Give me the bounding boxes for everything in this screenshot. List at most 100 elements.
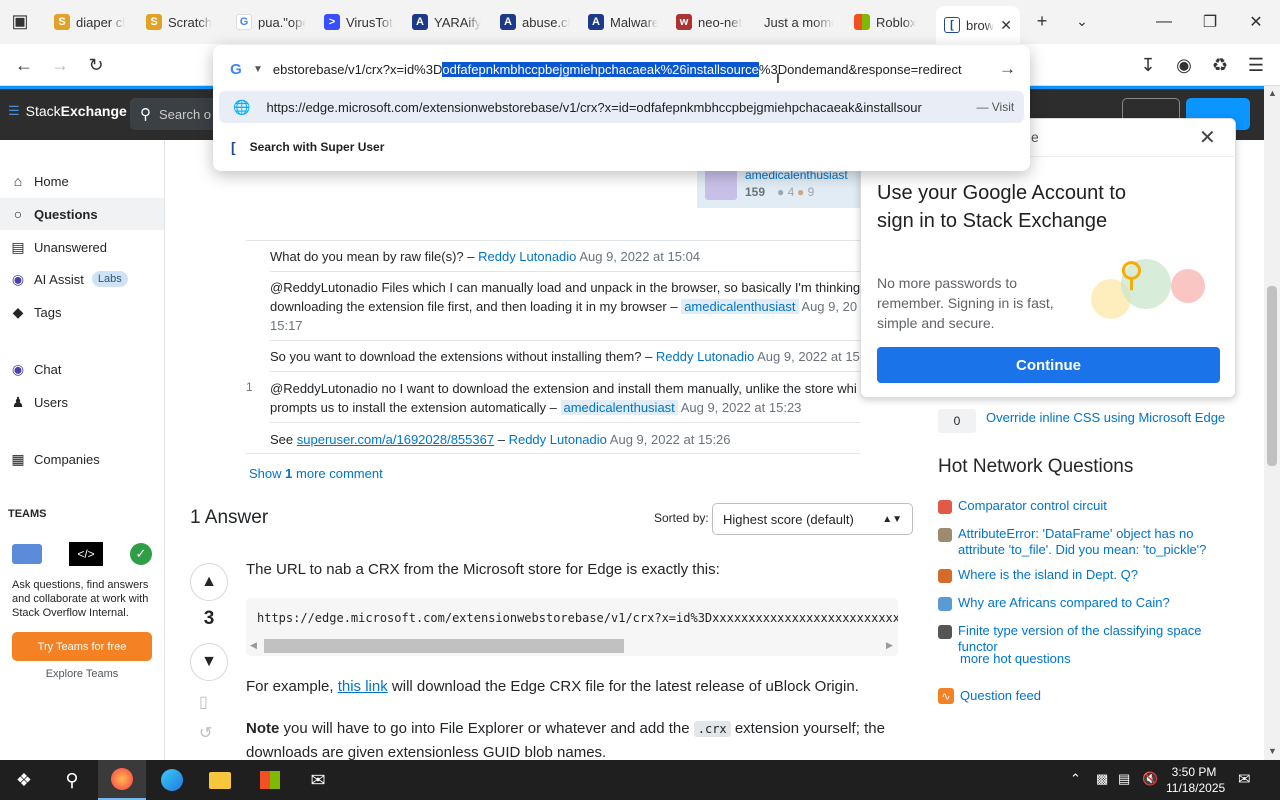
start-icon[interactable]: ❖ bbox=[0, 760, 48, 800]
upvote-button[interactable]: ▲ bbox=[190, 563, 228, 601]
bookmark-icon[interactable]: ▯ bbox=[199, 692, 208, 712]
tab-2[interactable]: S Scratch bbox=[138, 6, 226, 38]
tray-app-icon[interactable]: ▩ bbox=[1096, 771, 1108, 787]
search-with-row[interactable]: [ Search with Super User bbox=[219, 131, 1024, 163]
volume-muted-icon[interactable]: 🔇 bbox=[1142, 771, 1158, 787]
page-scrollbar-thumb[interactable] bbox=[1267, 286, 1277, 466]
left-nav: ⌂ Home ○ Questions ▤ Unanswered ◉ AI Assist L… bbox=[0, 140, 165, 760]
history-icon[interactable]: ↺ bbox=[199, 723, 212, 743]
tab-4[interactable]: >VirusTota bbox=[316, 6, 402, 38]
account-icon[interactable]: ◉ bbox=[1170, 52, 1198, 78]
nav-questions[interactable]: ○ Questions bbox=[0, 198, 164, 230]
back-icon[interactable]: ← bbox=[10, 52, 38, 78]
scroll-down-icon[interactable]: ▼ bbox=[1268, 746, 1277, 756]
user-avatar[interactable] bbox=[705, 168, 737, 200]
hnq-item[interactable]: AttributeError: 'DataFrame' object has n… bbox=[938, 526, 1228, 558]
code-text: https://edge.microsoft.com/extensionwebs… bbox=[257, 611, 898, 625]
tab-1[interactable]: Sdiaper cl bbox=[46, 6, 136, 38]
superuser-icon: [ bbox=[231, 139, 236, 155]
taskbar: ❖ ⚲ ✉ ⌃ ▩ ▤ 🔇 3:50 PM 11/18/2025 ✉ bbox=[0, 760, 1280, 800]
tab-5[interactable]: A YARAify bbox=[404, 6, 490, 38]
tab-6[interactable]: Aabuse.ch bbox=[492, 6, 578, 38]
downloads-icon[interactable]: ↧ bbox=[1134, 52, 1162, 78]
url-input[interactable]: ebstorebase/v1/crx?x=id%3Dodfafepnkmbhcc… bbox=[273, 61, 993, 77]
store-icon[interactable] bbox=[246, 760, 294, 800]
silver-badges: ● 4 bbox=[777, 185, 795, 199]
search-icon[interactable]: ⚲ bbox=[48, 760, 96, 800]
nav-users[interactable]: ♟ Users bbox=[0, 386, 164, 418]
teams-header: TEAMS bbox=[8, 508, 47, 520]
explore-teams-link[interactable]: Explore Teams bbox=[12, 668, 152, 680]
code-scrollbar-thumb[interactable] bbox=[264, 639, 624, 653]
minimize-icon[interactable]: — bbox=[1141, 0, 1187, 44]
nav-companies[interactable]: ▦ Companies bbox=[0, 443, 164, 475]
go-arrow-icon[interactable]: → bbox=[999, 59, 1016, 79]
tray-chevron-icon[interactable]: ⌃ bbox=[1070, 771, 1081, 787]
reload-icon[interactable]: ↻ bbox=[82, 52, 110, 78]
firefox-icon[interactable] bbox=[98, 760, 146, 800]
mail-icon[interactable]: ✉ bbox=[294, 760, 342, 800]
globe-icon: 🌐 bbox=[233, 98, 251, 115]
hnq-item[interactable]: Why are Africans compared to Cain? bbox=[938, 595, 1238, 611]
page-scrollbar[interactable]: ▲ ▼ bbox=[1264, 86, 1280, 760]
try-teams-button[interactable]: Try Teams for free bbox=[12, 632, 152, 661]
downvote-button[interactable]: ▼ bbox=[190, 643, 228, 681]
nav-tags[interactable]: ◆ Tags bbox=[0, 296, 164, 328]
close-window-icon[interactable]: ✕ bbox=[1233, 0, 1279, 44]
file-explorer-icon[interactable] bbox=[196, 760, 244, 800]
menu-icon[interactable]: ☰ bbox=[1242, 52, 1270, 78]
continue-button[interactable]: Continue bbox=[877, 347, 1220, 383]
tab-actions-icon[interactable]: ▣ bbox=[6, 8, 34, 34]
stackexchange-logo[interactable]: ☰ Stack Exchange bbox=[8, 103, 127, 119]
close-tab-icon[interactable]: ✕ bbox=[1000, 17, 1012, 34]
tab-favicon-icon: S bbox=[146, 14, 162, 30]
tab-7[interactable]: A Malware bbox=[580, 6, 666, 38]
tab-3[interactable]: Gpua."ope bbox=[228, 6, 314, 38]
scroll-left-icon[interactable]: ◀ bbox=[250, 640, 257, 651]
scroll-up-icon[interactable]: ▲ bbox=[1268, 88, 1277, 98]
asker-reputation: 159 bbox=[745, 185, 766, 199]
text-cursor-icon: I bbox=[776, 70, 780, 86]
hnq-item[interactable]: Where is the island in Dept. Q? bbox=[938, 567, 1238, 583]
show-more-comments-link[interactable]: Show 1 more comment bbox=[249, 466, 383, 481]
google-icon: G bbox=[236, 14, 252, 30]
comment-divider bbox=[270, 340, 860, 341]
users-icon: ♟ bbox=[11, 393, 25, 410]
restore-icon[interactable]: ❐ bbox=[1187, 0, 1233, 44]
suggestion-url-row[interactable]: 🌐 https://edge.microsoft.com/extensionwe… bbox=[219, 91, 1024, 123]
home-icon: ⌂ bbox=[13, 173, 23, 189]
site-search-input[interactable]: ⚲ Search o bbox=[130, 98, 220, 130]
code-block: https://edge.microsoft.com/extensionwebs… bbox=[246, 598, 898, 656]
sort-select[interactable]: Highest score (default) ▲▼ bbox=[712, 503, 913, 535]
related-question-link[interactable]: Override inline CSS using Microsoft Edge bbox=[986, 410, 1226, 425]
scroll-right-icon[interactable]: ▶ bbox=[886, 640, 893, 651]
tab-favicon-icon: S bbox=[54, 14, 70, 30]
tab-list-icon[interactable]: ⌄ bbox=[1068, 8, 1096, 34]
this-link[interactable]: this link bbox=[338, 678, 388, 695]
nav-ai-assist[interactable]: ◉ AI Assist Labs bbox=[0, 263, 164, 295]
question-feed-link[interactable]: ∿ Question feed bbox=[938, 688, 1041, 704]
address-bar[interactable]: G ▼ ebstorebase/v1/crx?x=id%3Dodfafepnkm… bbox=[221, 51, 1022, 87]
nav-chat[interactable]: ◉ Chat bbox=[0, 353, 164, 385]
tab-9[interactable]: Just a mome bbox=[756, 6, 842, 38]
forward-icon[interactable]: → bbox=[46, 52, 74, 78]
edge-icon[interactable] bbox=[148, 760, 196, 800]
virustotal-icon: > bbox=[324, 14, 340, 30]
new-tab-icon[interactable]: + bbox=[1028, 8, 1056, 34]
clock[interactable]: 3:50 PM 11/18/2025 bbox=[1166, 764, 1225, 796]
tab-active[interactable]: [brows✕ bbox=[936, 6, 1020, 44]
notifications-icon[interactable]: ✉ bbox=[1238, 770, 1251, 788]
comment-2: @ReddyLutonadio Files which I can manual… bbox=[270, 280, 870, 333]
abusech-icon: A bbox=[412, 14, 428, 30]
close-popup-icon[interactable]: ✕ bbox=[1199, 125, 1216, 150]
google-search-engine-icon[interactable]: G bbox=[225, 58, 247, 80]
more-hot-questions-link[interactable]: more hot questions bbox=[960, 651, 1071, 666]
nav-home[interactable]: ⌂ Home bbox=[0, 165, 164, 197]
tab-10[interactable]: Roblox bbox=[846, 6, 932, 38]
nav-unanswered[interactable]: ▤ Unanswered bbox=[0, 231, 164, 263]
network-icon[interactable]: ▤ bbox=[1118, 771, 1130, 787]
extensions-icon[interactable]: ♻ bbox=[1206, 52, 1234, 78]
hnq-item[interactable]: Comparator control circuit bbox=[938, 498, 1238, 514]
tab-8[interactable]: w neo-net bbox=[668, 6, 754, 38]
chevron-down-icon[interactable]: ▼ bbox=[253, 64, 263, 75]
